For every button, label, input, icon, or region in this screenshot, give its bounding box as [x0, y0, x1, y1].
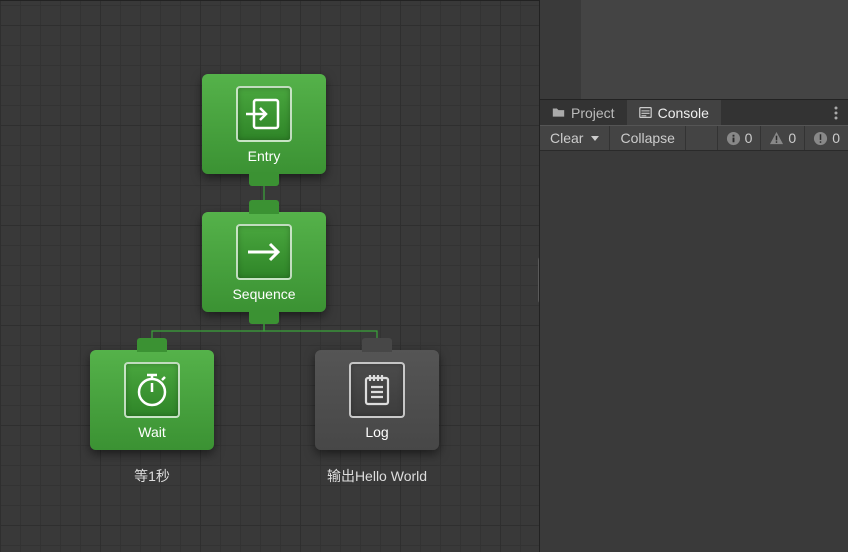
node-log[interactable]: Log 输出Hello World — [315, 350, 439, 450]
inspector-area — [540, 0, 848, 99]
arrow-right-icon — [236, 224, 292, 280]
tab-label: Console — [658, 105, 709, 121]
tab-console[interactable]: Console — [627, 100, 721, 125]
node-label: Sequence — [210, 286, 318, 302]
error-count: 0 — [832, 130, 840, 146]
output-port[interactable] — [249, 172, 279, 186]
tab-project[interactable]: Project — [540, 100, 627, 125]
panel-tabs: Project Console — [540, 99, 848, 125]
panel-resize-handle[interactable] — [538, 256, 540, 304]
warning-toggle[interactable]: 0 — [760, 126, 804, 150]
notepad-icon — [349, 362, 405, 418]
info-toggle[interactable]: 0 — [717, 126, 761, 150]
stopwatch-icon — [124, 362, 180, 418]
node-subtitle: 等1秒 — [134, 466, 170, 486]
folder-icon — [552, 106, 565, 119]
node-label: Log — [323, 424, 431, 440]
info-icon — [726, 131, 741, 146]
node-entry[interactable]: Entry — [202, 74, 326, 174]
error-toggle[interactable]: 0 — [804, 126, 848, 150]
warning-icon — [769, 131, 784, 146]
entry-icon — [236, 86, 292, 142]
right-panel: Project Console Clear Collapse 0 — [540, 0, 848, 552]
tab-label: Project — [571, 105, 615, 121]
console-toolbar: Clear Collapse 0 0 0 — [540, 125, 848, 151]
node-sequence[interactable]: Sequence — [202, 212, 326, 312]
node-wait[interactable]: Wait 等1秒 — [90, 350, 214, 450]
behavior-graph-canvas[interactable]: Entry Sequence — [0, 0, 540, 552]
node-label: Wait — [98, 424, 206, 440]
collapse-button[interactable]: Collapse — [610, 126, 685, 150]
kebab-icon — [834, 106, 838, 120]
input-port[interactable] — [249, 200, 279, 214]
clear-button[interactable]: Clear — [540, 126, 610, 150]
node-subtitle: 输出Hello World — [327, 466, 427, 486]
input-port[interactable] — [362, 338, 392, 352]
output-port[interactable] — [249, 310, 279, 324]
console-output[interactable] — [540, 151, 848, 552]
input-port[interactable] — [137, 338, 167, 352]
info-count: 0 — [745, 130, 753, 146]
tab-menu-button[interactable] — [824, 100, 848, 125]
console-icon — [639, 106, 652, 119]
error-icon — [813, 131, 828, 146]
node-label: Entry — [210, 148, 318, 164]
warning-count: 0 — [788, 130, 796, 146]
